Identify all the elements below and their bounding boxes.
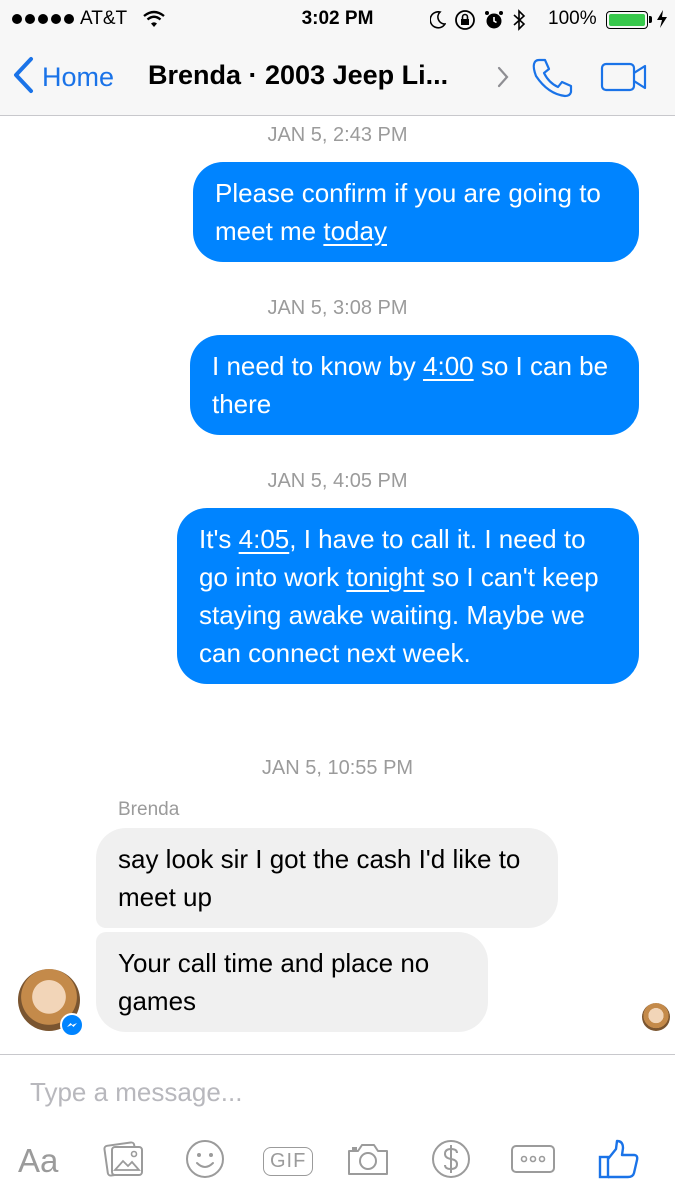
- gif-label: GIF: [263, 1146, 314, 1176]
- composer-toolbar: Aa GIF: [0, 1135, 675, 1195]
- emoji-icon: [184, 1138, 226, 1185]
- battery-tip: [649, 16, 652, 23]
- back-button[interactable]: Home: [12, 56, 114, 99]
- outgoing-message[interactable]: Please confirm if you are going to meet …: [193, 162, 639, 262]
- moon-icon: [429, 11, 447, 35]
- time-link[interactable]: 4:00: [423, 351, 474, 381]
- message-timestamp: JAN 5, 3:08 PM: [267, 297, 408, 319]
- message-thread[interactable]: JAN 5, 2:43 PM Please confirm if you are…: [0, 116, 675, 1054]
- composer: Aa GIF: [0, 1054, 675, 1200]
- charging-bolt-icon: [656, 9, 668, 35]
- back-label: Home: [42, 62, 115, 92]
- read-receipt-avatar: [642, 1003, 670, 1031]
- text-format-button[interactable]: Aa: [18, 1139, 58, 1183]
- incoming-message[interactable]: say look sir I got the cash I'd like to …: [96, 828, 558, 928]
- camera-icon: [346, 1140, 390, 1183]
- image-icon: [102, 1139, 146, 1184]
- more-button[interactable]: [510, 1139, 556, 1183]
- voice-call-button[interactable]: [530, 56, 574, 103]
- gif-button[interactable]: GIF: [263, 1139, 314, 1183]
- more-icon: [510, 1143, 556, 1180]
- message-text: I need to know by: [212, 351, 424, 381]
- photo-button[interactable]: [102, 1139, 146, 1183]
- message-text: Please confirm if you are going to meet …: [215, 178, 601, 246]
- payment-button[interactable]: [430, 1139, 472, 1183]
- thumbs-up-icon: [596, 1137, 640, 1186]
- status-icons: [429, 9, 526, 37]
- phone-icon: [530, 58, 574, 102]
- sender-name: Brenda: [118, 799, 180, 820]
- battery-level-fill: [609, 14, 645, 26]
- battery-icon: [606, 11, 648, 29]
- status-bar: AT&T 3:02 PM 100%: [0, 0, 675, 38]
- incoming-message[interactable]: Your call time and place no games: [96, 932, 488, 1032]
- messenger-icon: [60, 1013, 84, 1037]
- aa-label: Aa: [18, 1142, 59, 1179]
- conversation-header: Home Brenda · 2003 Jeep Li...: [0, 38, 675, 116]
- like-button[interactable]: [596, 1139, 640, 1183]
- lock-rotation-icon: [454, 9, 476, 37]
- alarm-icon: [484, 10, 504, 36]
- message-input[interactable]: [30, 1077, 630, 1108]
- emoji-button[interactable]: [184, 1139, 226, 1183]
- conversation-title[interactable]: Brenda · 2003 Jeep Li...: [148, 60, 448, 91]
- message-timestamp: JAN 5, 4:05 PM: [267, 470, 408, 492]
- date-link[interactable]: tonight: [346, 562, 424, 592]
- message-timestamp: JAN 5, 2:43 PM: [267, 124, 408, 146]
- dollar-icon: [430, 1138, 472, 1185]
- video-camera-icon: [600, 62, 648, 96]
- message-text: It's: [199, 524, 239, 554]
- video-call-button[interactable]: [600, 62, 648, 97]
- chevron-left-icon: [12, 56, 34, 99]
- message-timestamp: JAN 5, 10:55 PM: [261, 757, 414, 779]
- outgoing-message[interactable]: I need to know by 4:00 so I can be there: [190, 335, 639, 435]
- bluetooth-icon: [512, 9, 526, 37]
- outgoing-message[interactable]: It's 4:05, I have to call it. I need to …: [177, 508, 639, 684]
- battery-percent: 100%: [548, 8, 597, 29]
- time-link[interactable]: 4:05: [239, 524, 290, 554]
- camera-button[interactable]: [346, 1139, 390, 1183]
- date-link[interactable]: today: [323, 216, 387, 246]
- chevron-right-icon[interactable]: [496, 65, 510, 94]
